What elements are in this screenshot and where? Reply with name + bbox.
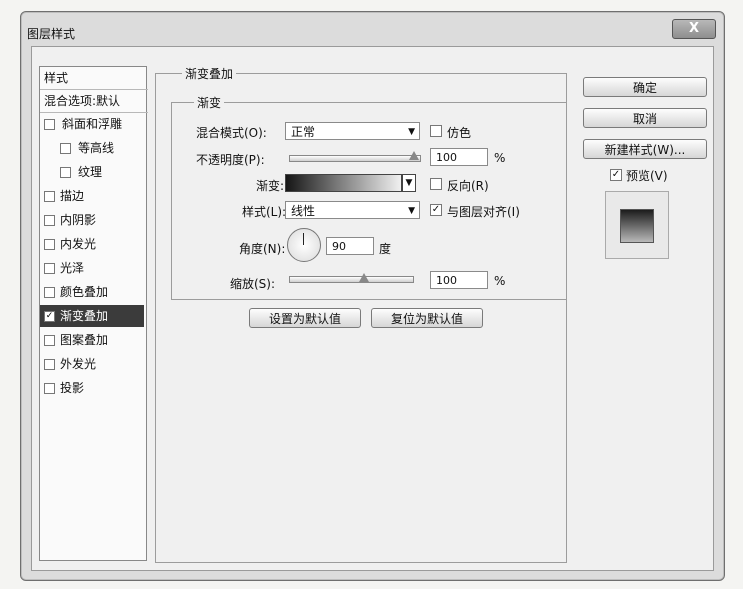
pattern-overlay-checkbox[interactable] <box>44 335 55 346</box>
blend-mode-select[interactable]: 正常 ▼ <box>285 122 420 140</box>
dialog-body: 样式 混合选项:默认 斜面和浮雕 等高线 纹理 描边 内阴影 内发光 光泽 颜色… <box>31 46 714 571</box>
satin-label: 光泽 <box>60 261 85 275</box>
styles-header[interactable]: 样式 <box>40 67 148 90</box>
inner-glow-checkbox[interactable] <box>44 239 55 250</box>
layer-style-dialog: 图层样式 X 样式 混合选项:默认 斜面和浮雕 等高线 纹理 描边 内阴影 内发… <box>20 11 725 581</box>
texture-label: 纹理 <box>78 165 103 179</box>
dither-checkbox[interactable] <box>430 125 442 137</box>
style-item-stroke[interactable]: 描边 <box>40 185 144 207</box>
gradient-overlay-label: 渐变叠加 <box>60 309 109 323</box>
cancel-button[interactable]: 取消 <box>583 108 707 128</box>
satin-checkbox[interactable] <box>44 263 55 274</box>
gradient-subgroup-title: 渐变 <box>194 94 225 111</box>
chevron-down-icon: ▼ <box>408 206 415 216</box>
styles-list: 样式 混合选项:默认 斜面和浮雕 等高线 纹理 描边 内阴影 内发光 光泽 颜色… <box>39 66 148 561</box>
align-with-layer-label: 与图层对齐(I) <box>447 205 520 219</box>
contour-label: 等高线 <box>78 141 115 155</box>
preview-swatch <box>620 209 654 243</box>
style-value: 线性 <box>291 204 316 218</box>
style-item-bevel-emboss[interactable]: 斜面和浮雕 <box>40 113 144 135</box>
make-default-button[interactable]: 设置为默认值 <box>249 308 361 328</box>
reverse-label: 反向(R) <box>447 179 489 193</box>
stroke-label: 描边 <box>60 189 85 203</box>
scale-unit: % <box>494 274 506 288</box>
color-overlay-label: 颜色叠加 <box>60 285 109 299</box>
close-button[interactable]: X <box>672 19 716 39</box>
preview-thumbnail <box>605 191 669 259</box>
gradient-overlay-checkbox[interactable]: ✓ <box>44 311 55 322</box>
outer-glow-checkbox[interactable] <box>44 359 55 370</box>
style-label: 样式(L): <box>242 205 287 219</box>
preview-label: 预览(V) <box>626 169 668 183</box>
style-item-color-overlay[interactable]: 颜色叠加 <box>40 281 144 303</box>
drop-shadow-label: 投影 <box>60 381 85 395</box>
style-item-inner-glow[interactable]: 内发光 <box>40 233 144 255</box>
new-style-button[interactable]: 新建样式(W)... <box>583 139 707 159</box>
style-item-contour[interactable]: 等高线 <box>40 137 144 159</box>
color-overlay-checkbox[interactable] <box>44 287 55 298</box>
blend-options-item[interactable]: 混合选项:默认 <box>40 90 148 113</box>
ok-button[interactable]: 确定 <box>583 77 707 97</box>
chevron-down-icon: ▼ <box>408 127 415 137</box>
angle-label: 角度(N): <box>239 242 286 256</box>
contour-checkbox[interactable] <box>60 143 71 154</box>
scale-input[interactable]: 100 <box>430 271 488 289</box>
dither-label: 仿色 <box>447 126 472 140</box>
inner-shadow-label: 内阴影 <box>60 213 97 227</box>
gradient-dropdown[interactable]: ▼ <box>402 174 416 192</box>
opacity-slider[interactable] <box>289 155 421 162</box>
angle-needle <box>303 233 304 245</box>
texture-checkbox[interactable] <box>60 167 71 178</box>
inner-glow-label: 内发光 <box>60 237 97 251</box>
gradient-label: 渐变: <box>256 179 285 193</box>
align-with-layer-checkbox[interactable]: ✓ <box>430 204 442 216</box>
stroke-checkbox[interactable] <box>44 191 55 202</box>
opacity-unit: % <box>494 151 506 165</box>
style-item-drop-shadow[interactable]: 投影 <box>40 377 144 399</box>
reverse-checkbox[interactable] <box>430 178 442 190</box>
angle-input[interactable]: 90 <box>326 237 374 255</box>
style-item-outer-glow[interactable]: 外发光 <box>40 353 144 375</box>
scale-slider-handle[interactable] <box>359 273 369 282</box>
pattern-overlay-label: 图案叠加 <box>60 333 109 347</box>
bevel-emboss-label: 斜面和浮雕 <box>62 117 123 131</box>
chevron-down-icon: ▼ <box>405 178 413 188</box>
opacity-input[interactable]: 100 <box>430 148 488 166</box>
angle-dial[interactable] <box>287 228 321 262</box>
style-item-inner-shadow[interactable]: 内阴影 <box>40 209 144 231</box>
opacity-label: 不透明度(P): <box>196 153 265 167</box>
scale-label: 缩放(S): <box>230 277 276 291</box>
title-bar: 图层样式 X <box>21 12 724 41</box>
style-item-pattern-overlay[interactable]: 图案叠加 <box>40 329 144 351</box>
style-item-gradient-overlay[interactable]: ✓ 渐变叠加 <box>40 305 144 327</box>
inner-shadow-checkbox[interactable] <box>44 215 55 226</box>
bevel-emboss-checkbox[interactable] <box>44 119 55 130</box>
style-item-texture[interactable]: 纹理 <box>40 161 144 183</box>
reset-default-button[interactable]: 复位为默认值 <box>371 308 483 328</box>
gradient-overlay-title: 渐变叠加 <box>182 65 237 82</box>
opacity-slider-handle[interactable] <box>409 151 419 160</box>
gradient-picker[interactable] <box>285 174 402 192</box>
dialog-title: 图层样式 <box>27 27 76 41</box>
blend-mode-label: 混合模式(O): <box>196 126 267 140</box>
style-item-satin[interactable]: 光泽 <box>40 257 144 279</box>
angle-unit: 度 <box>379 242 392 256</box>
outer-glow-label: 外发光 <box>60 357 97 371</box>
drop-shadow-checkbox[interactable] <box>44 383 55 394</box>
scale-slider[interactable] <box>289 276 414 283</box>
style-select[interactable]: 线性 ▼ <box>285 201 420 219</box>
blend-mode-value: 正常 <box>291 125 316 139</box>
preview-checkbox[interactable]: ✓ <box>610 169 622 181</box>
